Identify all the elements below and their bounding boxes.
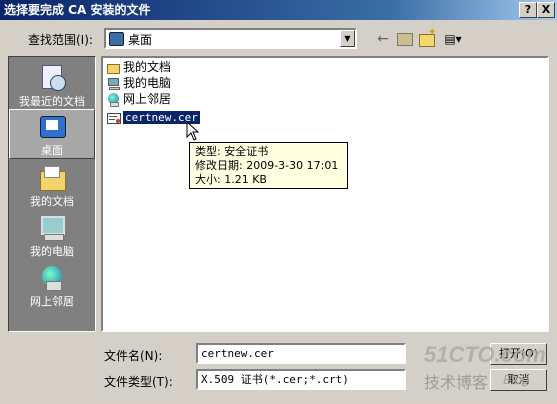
filename-label: 文件名(N):: [104, 349, 163, 363]
my-documents-icon: [38, 165, 66, 191]
filename-input[interactable]: certnew.cer: [196, 343, 406, 364]
file-name: 我的电脑: [123, 76, 172, 90]
file-list[interactable]: 我的文档 我的电脑 网上邻居 certnew.cer: [101, 56, 549, 332]
new-folder-icon[interactable]: ✦: [417, 28, 437, 49]
network-icon: [38, 265, 66, 291]
place-my-documents[interactable]: 我的文档: [9, 161, 95, 211]
place-desktop[interactable]: 桌面: [9, 109, 95, 159]
place-my-computer-label: 我的电脑: [30, 245, 74, 258]
my-computer-icon: [38, 215, 66, 241]
computer-icon: [107, 77, 121, 91]
desktop-icon: [109, 32, 124, 46]
chevron-down-icon[interactable]: ▼: [340, 30, 355, 47]
lookin-combo[interactable]: 桌面 ▼: [104, 28, 357, 49]
tooltip-modified: 修改日期: 2009-3-30 17:01: [195, 159, 339, 172]
title-bar: 选择要完成 CA 安装的文件: [0, 0, 557, 20]
lookin-value: 桌面: [128, 33, 153, 47]
place-desktop-label: 桌面: [41, 144, 63, 157]
place-recent[interactable]: 我最近的文档: [9, 61, 95, 111]
close-button[interactable]: X: [537, 2, 555, 18]
place-my-computer[interactable]: 我的电脑: [9, 211, 95, 261]
file-name: 我的文档: [123, 60, 172, 74]
lookin-label: 查找范围(I):: [28, 33, 93, 47]
watermark-blog-en: Blog: [503, 372, 530, 387]
views-menu-button[interactable]: ▤▾: [440, 29, 466, 49]
desktop-icon: [38, 114, 66, 140]
tooltip-type: 类型: 安全证书: [195, 145, 269, 158]
file-item[interactable]: 我的文档: [107, 59, 171, 75]
place-my-documents-label: 我的文档: [30, 195, 74, 208]
folder-icon: [107, 61, 121, 75]
place-recent-label: 我最近的文档: [19, 95, 85, 108]
file-tooltip: 类型: 安全证书 修改日期: 2009-3-30 17:01 大小: 1.21 …: [189, 142, 348, 189]
filetype-select[interactable]: X.509 证书(*.cer;*.crt): [196, 369, 406, 390]
watermark-blog: 技术博客: [424, 373, 489, 392]
window-title: 选择要完成 CA 安装的文件: [4, 3, 151, 17]
mouse-cursor-icon: [186, 121, 200, 141]
tooltip-size: 大小: 1.21 KB: [195, 173, 267, 186]
back-button[interactable]: ←: [373, 29, 393, 49]
certificate-icon: [107, 111, 121, 125]
folder-up-icon[interactable]: [395, 29, 415, 49]
network-icon: [107, 92, 121, 107]
place-network[interactable]: 网上邻居: [9, 261, 95, 311]
places-bar: 我最近的文档 桌面 我的文档 我的电脑 网上邻居: [8, 56, 96, 332]
help-button[interactable]: ?: [519, 2, 537, 18]
watermark-site: 51CTO.com: [424, 342, 546, 367]
filetype-value: X.509 证书(*.cer;*.crt): [201, 373, 349, 386]
filetype-label: 文件类型(T):: [104, 375, 173, 389]
file-item[interactable]: 网上邻居: [107, 91, 171, 107]
file-name: 网上邻居: [123, 92, 172, 106]
file-item[interactable]: 我的电脑: [107, 75, 171, 91]
recent-docs-icon: [38, 65, 66, 91]
place-network-label: 网上邻居: [30, 295, 74, 308]
